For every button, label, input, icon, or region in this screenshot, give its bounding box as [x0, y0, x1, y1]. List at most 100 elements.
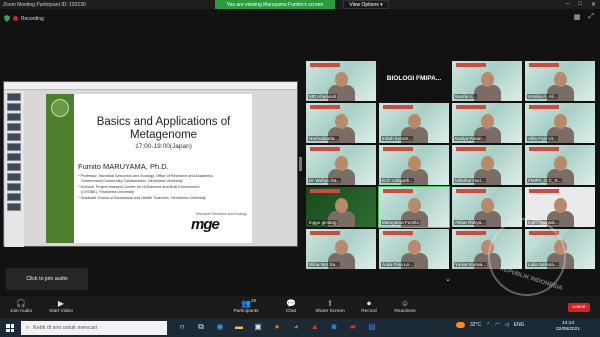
background-banner: [310, 231, 340, 235]
taskbar-clock[interactable]: 13:13 02/08/2021: [550, 321, 586, 333]
participant-name: Annisa A. Ali...: [527, 94, 559, 99]
language-label[interactable]: ENG: [514, 322, 525, 328]
join-audio-popup[interactable]: Click to join audio: [6, 268, 88, 290]
participant-name: Nurmadiarta...: [308, 136, 340, 141]
word-icon[interactable]: ▤: [367, 322, 377, 332]
maximize-icon[interactable]: □: [578, 1, 582, 8]
participant-name: Alfia Fajri Ut...: [527, 136, 558, 141]
leave-button[interactable]: Leave: [568, 303, 590, 312]
windows-taskbar: ⌕ Ketik di sini untuk mencari ○ ⧉ ◉ ▬ ▣ …: [0, 319, 600, 337]
edge-icon[interactable]: ◉: [215, 322, 225, 332]
slide-thumbnail: [7, 103, 21, 111]
taskbar-search[interactable]: ⌕ Ketik di sini untuk mencari: [21, 321, 167, 335]
share-screen-button[interactable]: ⬆ Share Screen: [312, 298, 348, 314]
top-right-icons: ▦ ⤢: [574, 13, 594, 21]
participant-tile[interactable]: MD Ahwanah: [306, 61, 376, 101]
chrome-icon[interactable]: ◕: [291, 322, 301, 332]
slide-thumbnails: [5, 91, 24, 247]
participant-name: Nadya Faran...: [454, 136, 487, 141]
resize-handle[interactable]: [299, 157, 302, 171]
background-banner: [456, 105, 486, 109]
pdf-icon[interactable]: ▲: [310, 322, 320, 332]
participant-tile[interactable]: BIOLOGI FMIPA...: [379, 61, 449, 101]
participant-tile[interactable]: Maruyama Fumito: [378, 186, 450, 228]
participant-name-large: BIOLOGI FMIPA...: [386, 75, 442, 82]
wifi-icon[interactable]: ◠: [495, 322, 499, 328]
gallery-view-icon[interactable]: ▦: [574, 13, 581, 21]
recording-indicator: Recording: [4, 15, 44, 22]
reactions-icon: ☺: [400, 299, 410, 308]
share-screen-icon: ⬆: [326, 299, 334, 308]
headphones-icon: 🎧: [16, 299, 26, 308]
mge-logo: mge: [191, 216, 220, 233]
participant-tile[interactable]: Nadya Faran...: [452, 103, 522, 143]
record-button[interactable]: ⏺ Record: [358, 298, 380, 314]
minimize-icon[interactable]: –: [566, 1, 569, 8]
background-banner: [383, 189, 413, 193]
background-banner: [529, 147, 559, 151]
participant-tile[interactable]: B.D. Udayath...: [379, 145, 449, 185]
participant-tile[interactable]: Indah Kurum...: [379, 103, 449, 143]
chat-button[interactable]: 💬 Chat: [282, 298, 300, 314]
participant-name: FMIPA_E.C_S...: [527, 178, 563, 183]
participant-tile[interactable]: inggo gintang: [306, 187, 376, 227]
participant-face: [335, 72, 348, 87]
start-video-button[interactable]: ▶ Start Video: [46, 298, 76, 314]
chevron-down-icon[interactable]: ⌄: [445, 275, 451, 283]
participant-name: Indah Kurum...: [381, 136, 414, 141]
firefox-icon[interactable]: ●: [272, 322, 282, 332]
meeting-controls: 🎧 Join Audio ▶ Start Video 👥 28 Particip…: [0, 296, 600, 319]
reactions-label: Reactions: [394, 309, 416, 314]
fullscreen-icon[interactable]: ⤢: [588, 13, 594, 21]
participant-tile[interactable]: Naufal A...: [452, 61, 522, 101]
participant-name: M. Wahyu Sa...: [308, 178, 342, 183]
background-banner: [529, 63, 559, 67]
participant-name: Wina Nur Sa...: [308, 262, 340, 267]
task-switch-icon[interactable]: ⧉: [196, 322, 206, 332]
participant-tile[interactable]: Aoka Fina Le...: [379, 229, 449, 269]
slide-thumbnail: [7, 133, 21, 141]
store-icon[interactable]: ▣: [253, 322, 263, 332]
reactions-button[interactable]: ☺ Reactions: [391, 298, 419, 314]
record-icon: ⏺: [367, 299, 371, 308]
participant-tile[interactable]: Mifathul Hud...: [452, 145, 522, 185]
close-icon[interactable]: ✕: [591, 1, 596, 8]
zoom-icon[interactable]: ◙: [329, 322, 339, 332]
watermark-text: REPUBLIK INDONESIA: [498, 265, 564, 292]
view-options-button[interactable]: View Options ▾: [343, 0, 389, 9]
slide-thumbnail: [7, 173, 21, 181]
participant-name: inggo gintang: [308, 220, 338, 225]
background-banner: [310, 147, 340, 151]
participant-face: [335, 240, 348, 255]
join-audio-label: Join Audio: [9, 309, 33, 314]
slide-thumbnail: [7, 143, 21, 151]
participant-name: B.D. Udayath...: [381, 178, 415, 183]
background-banner: [310, 189, 340, 193]
participants-button[interactable]: 👥 28 Participants: [230, 298, 262, 314]
participant-tile[interactable]: Nurmadiarta...: [306, 103, 376, 143]
participant-tile[interactable]: Wina Nur Sa...: [306, 229, 376, 269]
participant-name: Yuniar Kurwa...: [454, 262, 488, 267]
task-view-icon[interactable]: ○: [177, 322, 187, 332]
participants-count: 28: [251, 298, 257, 303]
watermark-seal: PRESIDEN REPUBLIK INDONESIA: [488, 218, 566, 296]
participant-tile[interactable]: Alfia Fajri Ut...: [525, 103, 595, 143]
background-banner: [456, 63, 486, 67]
volume-icon[interactable]: ◁: [505, 322, 509, 328]
join-audio-button[interactable]: 🎧 Join Audio: [7, 298, 35, 314]
windows-start-icon[interactable]: [6, 324, 14, 332]
taskbar-apps: ○ ⧉ ◉ ▬ ▣ ● ◕ ▲ ◙ ▰ ▤: [177, 322, 377, 332]
chat-label: Chat: [285, 309, 297, 314]
participant-tile[interactable]: FMIPA_E.C_S...: [525, 145, 595, 185]
participant-tile[interactable]: M. Wahyu Sa...: [306, 145, 376, 185]
file-explorer-icon[interactable]: ▬: [234, 322, 244, 332]
powerpoint-icon[interactable]: ▰: [348, 322, 358, 332]
weather-icon: [456, 322, 465, 328]
participant-face: [335, 114, 348, 129]
slide-bullet: (CHOBE), Hiroshima University: [81, 190, 134, 194]
clock-date: 02/08/2021: [555, 327, 580, 332]
tray-chevron-icon[interactable]: ⌃: [486, 322, 490, 328]
participant-face: [408, 114, 421, 129]
shield-icon[interactable]: [4, 15, 10, 22]
participant-tile[interactable]: Annisa A. Ali...: [525, 61, 595, 101]
